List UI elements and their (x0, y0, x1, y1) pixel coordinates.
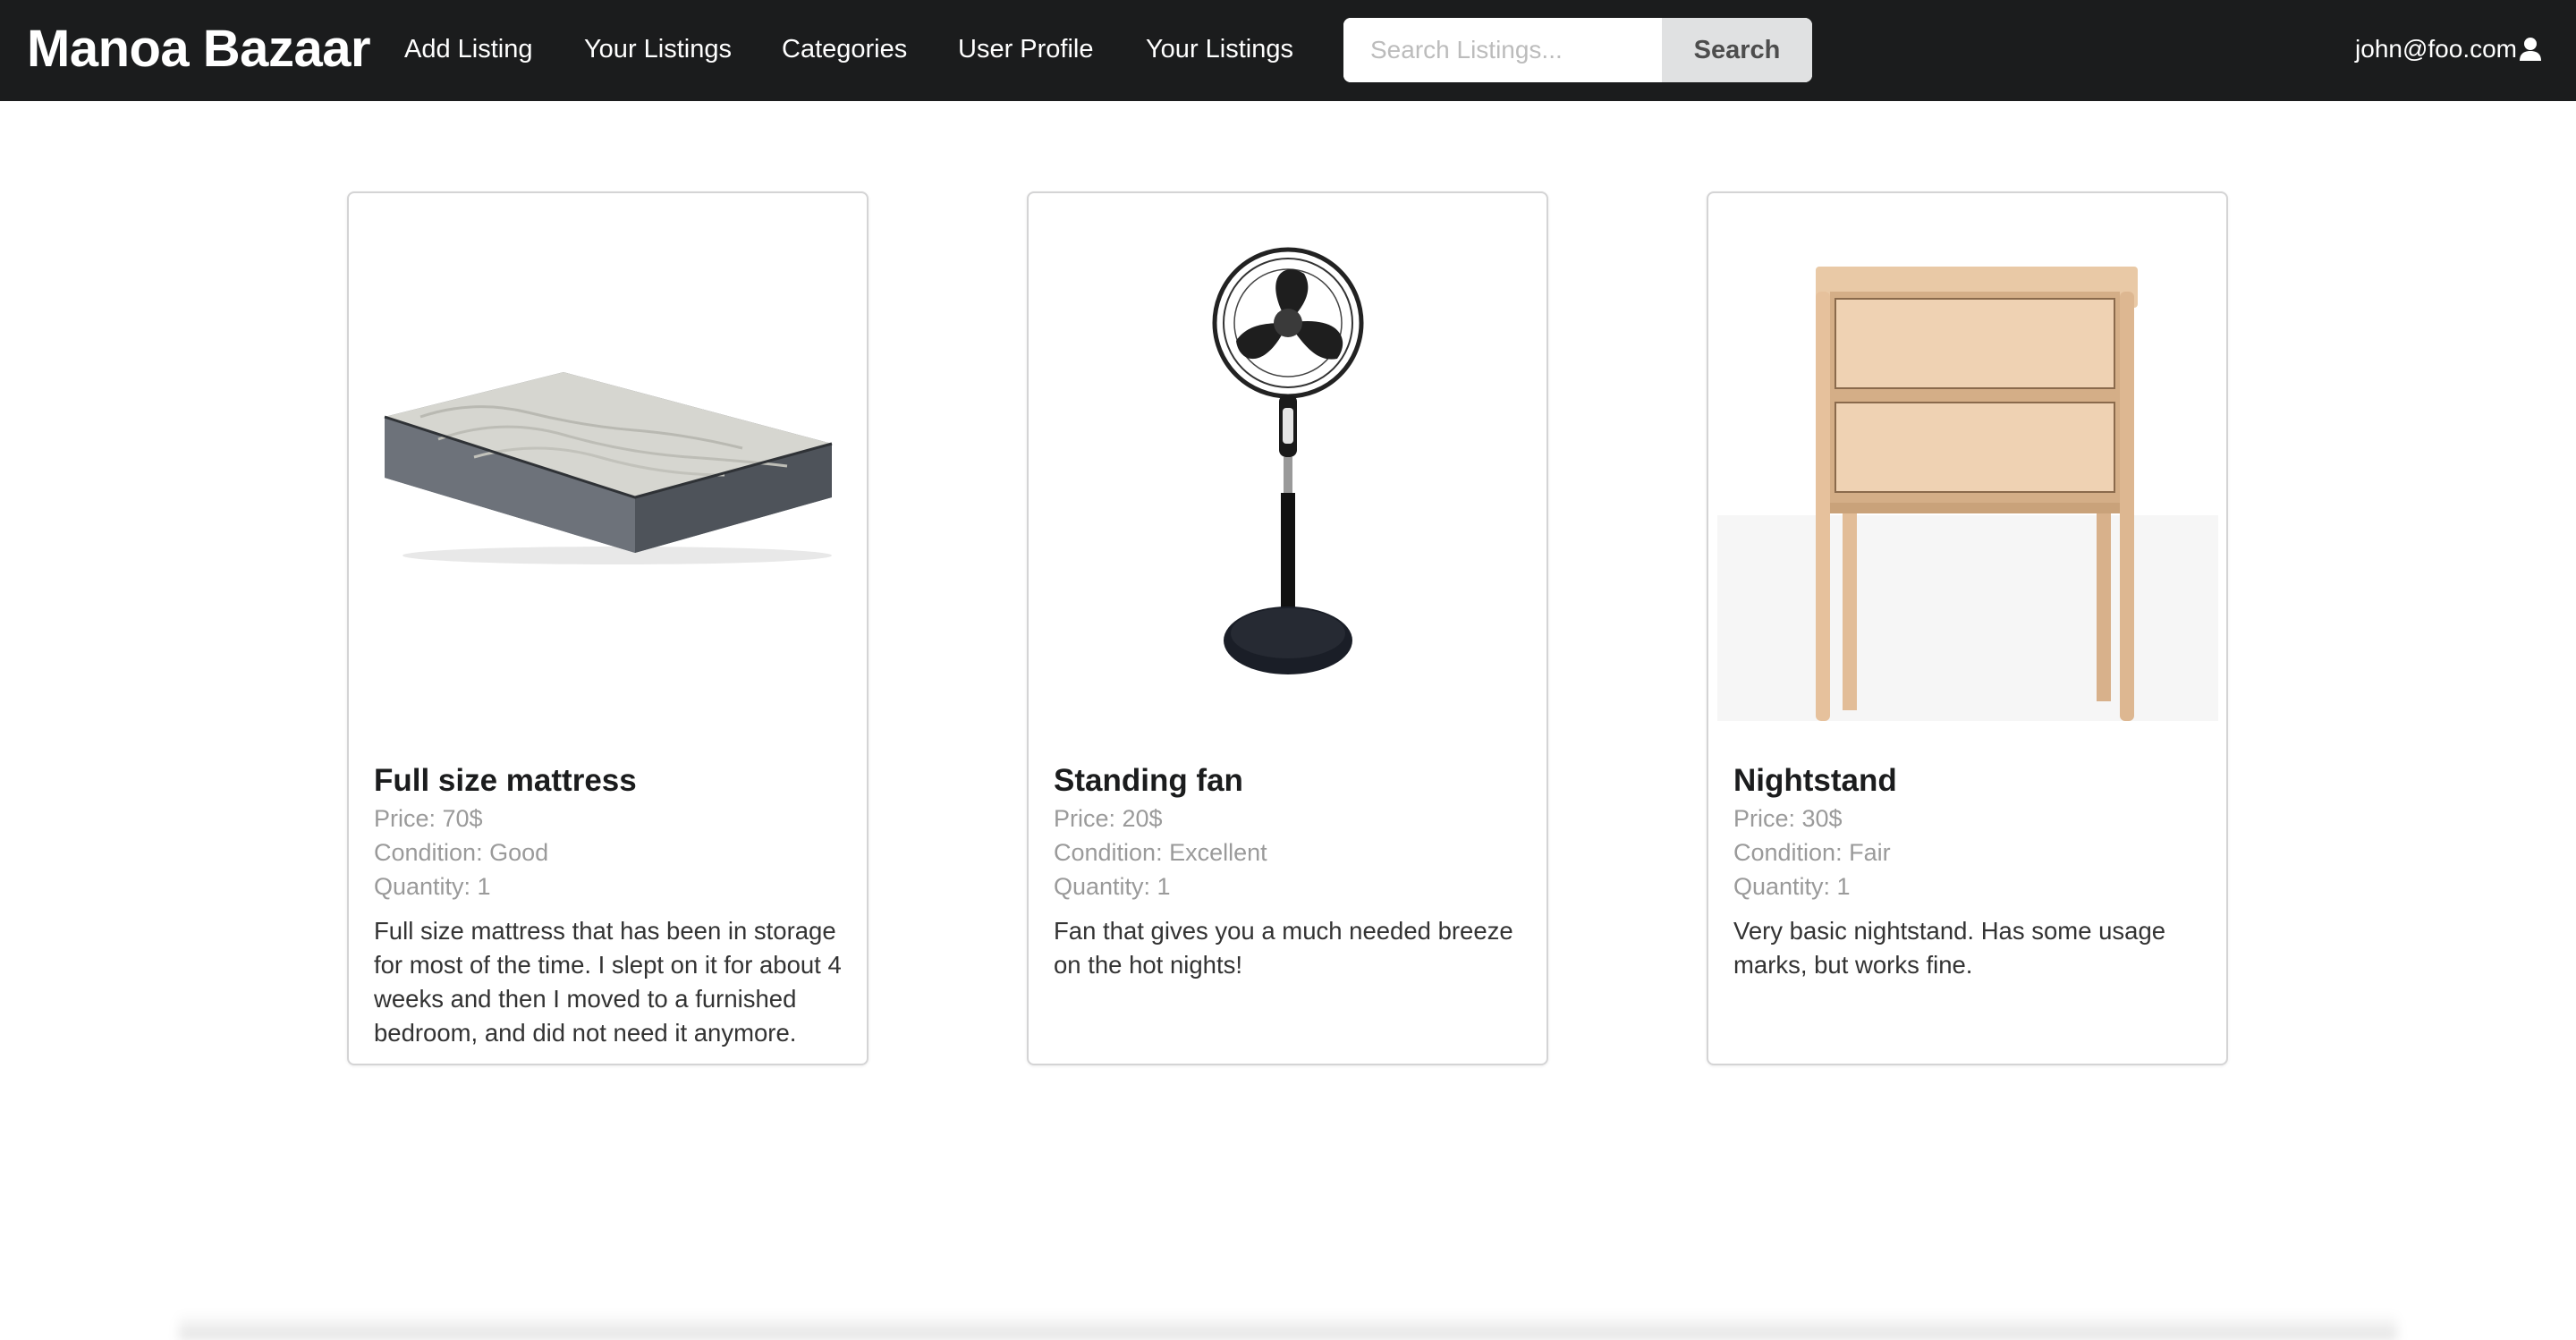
listing-quantity: Quantity: 1 (1733, 873, 1851, 900)
listing-condition: Condition: Good (374, 839, 549, 866)
listing-price: Price: 70$ (374, 805, 483, 832)
listing-title[interactable]: Nightstand (1733, 760, 2207, 801)
listing-description: Full size mattress that has been in stor… (374, 917, 842, 1047)
mattress-image (349, 193, 867, 748)
search-input[interactable] (1343, 18, 1662, 82)
listing-price: Price: 20$ (1054, 805, 1163, 832)
search-bar: Search (1343, 18, 1812, 82)
footer-shadow (179, 1313, 2397, 1340)
brand-logo[interactable]: Manoa Bazaar (27, 18, 371, 81)
listing-description: Fan that gives you a much needed breeze … (1054, 917, 1513, 979)
listing-quantity: Quantity: 1 (1054, 873, 1171, 900)
nav-your-listings[interactable]: Your Listings (584, 27, 732, 72)
listing-description: Very basic nightstand. Has some usage ma… (1733, 917, 2166, 979)
nav-add-listing[interactable]: Add Listing (404, 27, 533, 72)
fan-image (1029, 193, 1546, 748)
listing-condition: Condition: Excellent (1054, 839, 1267, 866)
listing-card[interactable]: Standing fan Price: 20$ Condition: Excel… (1027, 191, 1548, 1065)
listing-title[interactable]: Standing fan (1054, 760, 1528, 801)
user-icon (2520, 38, 2541, 61)
listing-quantity: Quantity: 1 (374, 873, 491, 900)
search-button[interactable]: Search (1662, 18, 1812, 82)
user-email: john@foo.com (2355, 35, 2517, 63)
nav-user-profile[interactable]: User Profile (958, 27, 1094, 72)
nav-your-listings-2[interactable]: Your Listings (1146, 27, 1293, 72)
top-navbar: Manoa Bazaar Add Listing Your Listings C… (0, 0, 2576, 101)
user-menu[interactable]: john@foo.com (2355, 27, 2542, 72)
listing-card[interactable]: Nightstand Price: 30$ Condition: Fair Qu… (1707, 191, 2228, 1065)
nightstand-image (1708, 193, 2226, 748)
listing-card[interactable]: Full size mattress Price: 70$ Condition:… (347, 191, 869, 1065)
listing-title[interactable]: Full size mattress (374, 760, 848, 801)
listing-condition: Condition: Fair (1733, 839, 1891, 866)
nav-categories[interactable]: Categories (782, 27, 907, 72)
listing-price: Price: 30$ (1733, 805, 1843, 832)
